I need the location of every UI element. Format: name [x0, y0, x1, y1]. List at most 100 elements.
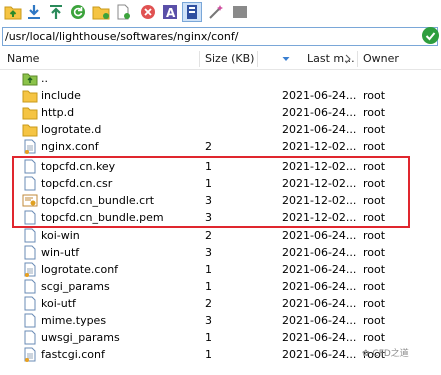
file-size: 1 — [205, 348, 212, 361]
watermark-text: CFD之道 — [372, 349, 409, 359]
file-modified: 2021-06-24... — [282, 229, 357, 242]
file-name: fastcgi.conf — [41, 348, 105, 361]
download-button[interactable] — [24, 2, 44, 22]
config-file-icon — [24, 262, 36, 277]
list-item-nginx-conf[interactable]: nginx.conf 2 2021-12-02... root — [0, 138, 441, 155]
file-owner: root — [363, 297, 386, 310]
column-owner[interactable]: Owner — [363, 49, 399, 69]
wechat-icon: ✿ — [362, 349, 373, 359]
file-modified: 2021-06-24... — [282, 246, 357, 259]
file-name: include — [41, 89, 81, 102]
list-item-http-d[interactable]: http.d 2021-06-24... root — [0, 104, 441, 121]
file-name: win-utf — [41, 246, 80, 259]
file-icon — [24, 228, 36, 243]
list-item-koi-win[interactable]: koi-win 2 2021-06-24... root — [0, 227, 441, 244]
folder-up-icon — [22, 73, 38, 86]
file-name: scgi_params — [41, 280, 110, 293]
file-size: 3 — [205, 246, 212, 259]
folder-icon — [22, 124, 38, 137]
edit-button[interactable] — [206, 2, 226, 22]
delete-icon — [141, 5, 155, 19]
watermark: ✿ CFD之道 — [362, 346, 409, 359]
file-owner: root — [363, 263, 386, 276]
list-item-mime-types[interactable]: mime.types 3 2021-06-24... root — [0, 312, 441, 329]
file-modified: 2021-06-24... — [282, 106, 357, 119]
terminal-button[interactable] — [230, 2, 250, 22]
magic-wand-icon — [209, 5, 223, 19]
file-modified: 2021-06-24... — [282, 297, 357, 310]
file-size: 2 — [205, 297, 212, 310]
download-arrow-icon — [28, 5, 40, 19]
new-folder-icon — [92, 6, 110, 20]
file-owner: root — [363, 106, 386, 119]
file-icon — [24, 313, 36, 328]
properties-button[interactable] — [182, 2, 202, 22]
svg-text:A: A — [166, 6, 176, 20]
toolbar: A — [0, 0, 441, 26]
file-modified: 2021-06-24... — [282, 123, 357, 136]
column-name[interactable]: Name — [7, 49, 39, 69]
file-owner: root — [363, 331, 386, 344]
file-owner: root — [363, 89, 386, 102]
new-file-button[interactable] — [113, 2, 133, 22]
file-name: nginx.conf — [41, 140, 99, 153]
list-item-scgi-params[interactable]: scgi_params 1 2021-06-24... root — [0, 278, 441, 295]
file-modified: 2021-06-24... — [282, 314, 357, 327]
list-item-parent[interactable]: .. — [0, 70, 441, 87]
file-icon — [24, 296, 36, 311]
file-icon — [24, 330, 36, 345]
file-size: 2 — [205, 229, 212, 242]
file-name: logrotate.conf — [41, 263, 119, 276]
path-bar: /usr/local/lighthouse/softwares/nginx/co… — [0, 26, 441, 48]
folder-icon — [22, 90, 38, 103]
list-item-uwsgi-params[interactable]: uwsgi_params 1 2021-06-24... root — [0, 329, 441, 346]
upload-button[interactable] — [46, 2, 66, 22]
column-divider[interactable] — [357, 51, 358, 67]
file-modified: 2021-06-24... — [282, 263, 357, 276]
list-item-win-utf[interactable]: win-utf 3 2021-06-24... root — [0, 244, 441, 261]
column-divider[interactable] — [199, 51, 200, 67]
column-header: Name Size (KB) Last m... Owner — [0, 49, 441, 70]
config-file-icon — [24, 347, 36, 362]
file-size: 3 — [205, 314, 212, 327]
path-input[interactable]: /usr/local/lighthouse/softwares/nginx/co… — [2, 27, 438, 46]
file-modified: 2021-12-02... — [282, 140, 357, 153]
file-name: http.d — [41, 106, 75, 119]
file-name: .. — [41, 72, 48, 85]
folder-icon — [22, 107, 38, 120]
terminal-icon — [233, 6, 247, 18]
scroll-right-icon[interactable] — [344, 49, 352, 69]
file-modified: 2021-06-24... — [282, 280, 357, 293]
rename-icon: A — [163, 5, 177, 20]
delete-button[interactable] — [138, 2, 158, 22]
refresh-icon — [71, 5, 85, 19]
file-size: 1 — [205, 263, 212, 276]
list-item-koi-utf[interactable]: koi-utf 2 2021-06-24... root — [0, 295, 441, 312]
file-name: koi-win — [41, 229, 80, 242]
refresh-button[interactable] — [68, 2, 88, 22]
file-owner: root — [363, 229, 386, 242]
highlight-box — [12, 156, 410, 228]
file-modified: 2021-06-24... — [282, 89, 357, 102]
new-file-icon — [117, 4, 130, 20]
parent-folder-button[interactable] — [3, 2, 23, 22]
config-file-icon — [24, 139, 36, 154]
column-divider[interactable] — [257, 51, 258, 67]
file-owner: root — [363, 246, 386, 259]
list-item-logrotate-d[interactable]: logrotate.d 2021-06-24... root — [0, 121, 441, 138]
rename-button[interactable]: A — [160, 2, 180, 22]
go-button[interactable] — [422, 27, 439, 44]
file-size: 1 — [205, 280, 212, 293]
file-owner: root — [363, 280, 386, 293]
file-owner: root — [363, 123, 386, 136]
upload-arrow-icon — [50, 5, 62, 19]
list-item-include[interactable]: include 2021-06-24... root — [0, 87, 441, 104]
sort-desc-icon — [282, 49, 290, 69]
column-size[interactable]: Size (KB) — [205, 49, 254, 69]
file-owner: root — [363, 140, 386, 153]
file-modified: 2021-06-24... — [282, 348, 357, 361]
file-name: koi-utf — [41, 297, 76, 310]
new-folder-button[interactable] — [91, 2, 111, 22]
file-icon — [24, 279, 36, 294]
list-item-logrotate-conf[interactable]: logrotate.conf 1 2021-06-24... root — [0, 261, 441, 278]
